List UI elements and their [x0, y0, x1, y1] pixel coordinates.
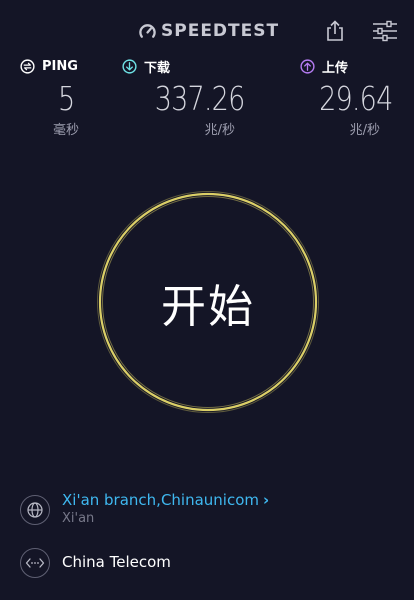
chevron-right-icon: › — [263, 491, 270, 509]
ping-metric: PING 5 毫秒 — [20, 56, 100, 138]
upload-label: 上传 — [322, 60, 349, 76]
brand: SPEEDTEST — [138, 19, 279, 43]
ping-value: 5 — [58, 79, 75, 118]
server-name: Xi'an branch,Chinaunicom — [62, 491, 260, 509]
download-value: 337.26 — [154, 79, 245, 118]
download-arrow-icon — [122, 58, 137, 74]
start-label: 开始 — [160, 279, 255, 333]
ping-label: PING — [42, 58, 78, 74]
share-button[interactable] — [322, 18, 348, 44]
server-name-link[interactable]: Xi'an branch,Chinaunicom › — [62, 491, 269, 509]
download-unit: 兆/秒 — [204, 123, 235, 138]
ping-unit: 毫秒 — [53, 123, 80, 138]
settings-button[interactable] — [370, 18, 400, 44]
connection-icon — [20, 548, 50, 578]
speedometer-icon — [139, 23, 156, 38]
isp-info: China Telecom — [20, 548, 400, 580]
download-label: 下载 — [144, 60, 171, 76]
isp-name: China Telecom — [62, 553, 171, 571]
top-bar: SPEEDTEST — [0, 0, 414, 58]
upload-metric: 上传 29.64 兆/秒 — [300, 56, 400, 138]
start-button[interactable]: 开始 — [96, 190, 320, 414]
server-location: Xi'an — [62, 511, 95, 526]
upload-unit: 兆/秒 — [349, 123, 380, 138]
brand-name: SPEEDTEST — [161, 21, 280, 41]
upload-value: 29.64 — [318, 79, 393, 118]
upload-arrow-icon — [300, 58, 315, 74]
ping-header: PING — [20, 56, 100, 76]
download-metric: 下载 337.26 兆/秒 — [122, 56, 252, 138]
server-selector[interactable]: Xi'an branch,Chinaunicom › Xi'an — [20, 491, 400, 534]
share-icon — [327, 20, 343, 41]
sliders-icon — [373, 20, 397, 42]
upload-header: 上传 — [300, 56, 400, 76]
download-header: 下载 — [122, 56, 252, 76]
ping-icon — [20, 58, 35, 74]
globe-icon — [20, 495, 50, 525]
